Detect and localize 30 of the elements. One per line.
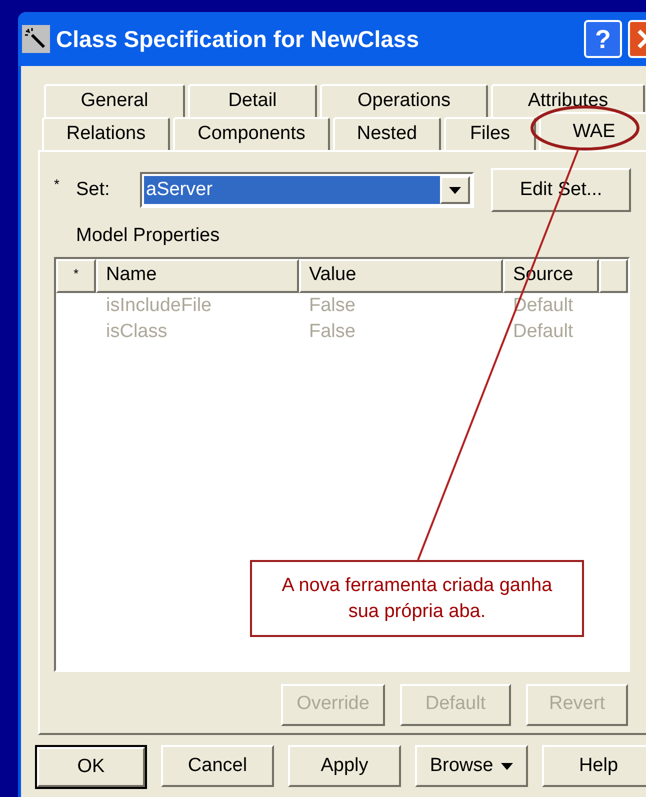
callout-text: A nova ferramenta criada ganha sua própria aba.: [280, 574, 554, 624]
tab[interactable]: Detail: [188, 84, 317, 117]
table-cell-text: Default: [512, 320, 574, 344]
button[interactable]: Cancel: [161, 745, 274, 787]
caret-icon: [501, 762, 514, 770]
button[interactable]: Apply: [288, 745, 401, 787]
set-dropdown[interactable]: aServer: [140, 172, 474, 208]
wand-icon: [22, 25, 50, 53]
section-title: Model Properties: [76, 224, 221, 248]
table-cell-text: False: [308, 320, 356, 344]
table-cell-text: False: [308, 294, 356, 318]
tab[interactable]: Relations: [42, 117, 170, 150]
window-title: Class Specification for NewClass: [56, 24, 420, 54]
column-header[interactable]: Name: [96, 258, 299, 292]
set-label: Set:: [76, 178, 111, 202]
tab[interactable]: Operations: [320, 84, 488, 117]
dropdown-arrow-icon: [449, 186, 461, 194]
table-cell-text: isClass: [105, 320, 168, 344]
table-cell-text: isIncludeFile: [105, 294, 213, 318]
tab[interactable]: Files: [444, 117, 536, 150]
column-header[interactable]: *: [56, 258, 96, 292]
tab[interactable]: Nested: [333, 117, 441, 150]
button[interactable]: Help: [542, 745, 646, 787]
button[interactable]: Browse: [415, 745, 528, 787]
help-button[interactable]: ?: [584, 20, 622, 58]
ok-button[interactable]: OK: [35, 745, 147, 789]
tab[interactable]: Components: [173, 117, 330, 150]
tab[interactable]: General: [44, 84, 185, 117]
column-header[interactable]: Value: [299, 258, 503, 292]
required-marker: *: [54, 175, 60, 194]
